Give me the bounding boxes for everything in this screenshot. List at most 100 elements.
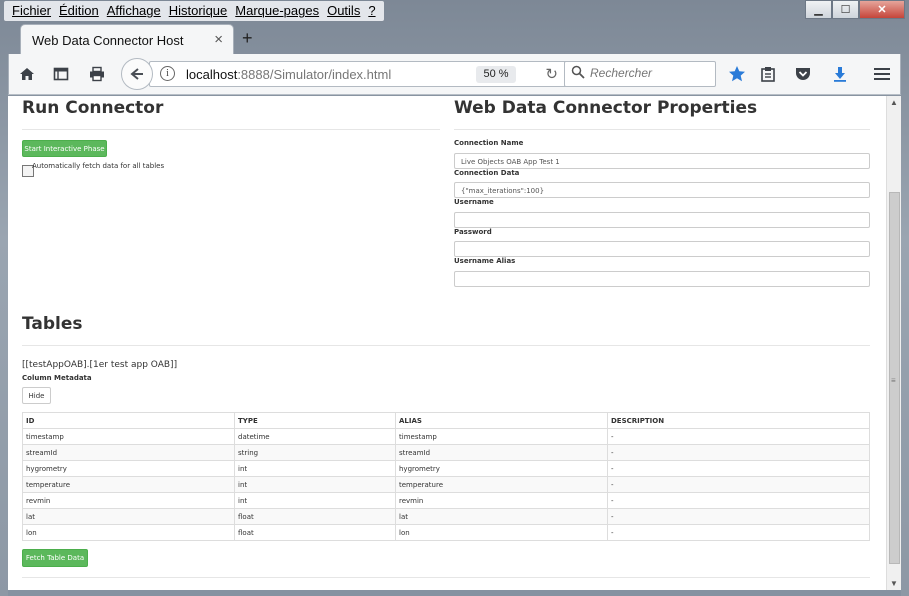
column-metadata-table: ID TYPE ALIAS DESCRIPTION timestamp date… bbox=[22, 412, 870, 541]
cell-alias: lon bbox=[395, 524, 608, 541]
username-field[interactable] bbox=[454, 212, 870, 228]
maximize-button[interactable]: ☐ bbox=[832, 0, 859, 19]
cell-alias: hygrometry bbox=[395, 460, 608, 477]
hide-button[interactable]: Hide bbox=[22, 387, 51, 404]
back-icon[interactable] bbox=[121, 58, 153, 90]
print-icon[interactable] bbox=[87, 64, 107, 84]
username-alias-label: Username Alias bbox=[454, 257, 516, 265]
column-metadata-label: Column Metadata bbox=[22, 374, 92, 382]
run-connector-title: Run Connector bbox=[22, 98, 164, 118]
connection-name-label: Connection Name bbox=[454, 139, 524, 147]
window-bottom-border bbox=[8, 590, 901, 596]
download-icon[interactable] bbox=[830, 64, 850, 84]
cell-id: revmin bbox=[22, 492, 235, 509]
tab-title: Web Data Connector Host bbox=[32, 33, 184, 48]
password-field[interactable] bbox=[454, 241, 870, 257]
cell-alias: revmin bbox=[395, 492, 608, 509]
search-box[interactable] bbox=[564, 61, 716, 87]
scroll-up-icon[interactable]: ▲ bbox=[890, 98, 898, 107]
clipboard-icon[interactable] bbox=[758, 64, 778, 84]
cell-description: - bbox=[607, 428, 870, 445]
wdc-properties-title: Web Data Connector Properties bbox=[454, 98, 758, 118]
table-row: revmin int revmin - bbox=[22, 492, 870, 509]
header-type: TYPE bbox=[234, 412, 396, 429]
username-label: Username bbox=[454, 198, 494, 206]
divider bbox=[22, 345, 870, 346]
cell-type: float bbox=[234, 508, 396, 525]
password-label: Password bbox=[454, 228, 492, 236]
table-name: [[testAppOAB].[1er test app OAB]] bbox=[22, 360, 178, 370]
menu-icon[interactable] bbox=[872, 64, 892, 84]
cell-id: temperature bbox=[22, 476, 235, 493]
menu-fichier[interactable]: Fichier bbox=[8, 1, 55, 21]
connection-name-field[interactable]: Live Objects OAB App Test 1 bbox=[454, 153, 870, 169]
tab-web-data-connector-host[interactable]: Web Data Connector Host × bbox=[20, 24, 234, 55]
cell-description: - bbox=[607, 524, 870, 541]
auto-fetch-label: Automatically fetch data for all tables bbox=[32, 162, 165, 170]
connection-data-label: Connection Data bbox=[454, 169, 520, 177]
reload-icon[interactable]: ↻ bbox=[545, 65, 558, 83]
cell-id: hygrometry bbox=[22, 460, 235, 477]
header-description: DESCRIPTION bbox=[607, 412, 870, 429]
pocket-icon[interactable] bbox=[793, 64, 813, 84]
browser-window: Fichier Édition Affichage Historique Mar… bbox=[0, 0, 909, 596]
new-tab-button[interactable]: + bbox=[242, 28, 253, 49]
url-text[interactable]: localhost:8888/Simulator/index.html bbox=[186, 67, 391, 82]
fetch-table-data-button[interactable]: Fetch Table Data bbox=[22, 549, 88, 567]
table-row: lat float lat - bbox=[22, 508, 870, 525]
navigation-toolbar: i localhost:8888/Simulator/index.html 50… bbox=[8, 54, 901, 95]
cell-type: float bbox=[234, 524, 396, 541]
menu-outils[interactable]: Outils bbox=[323, 1, 364, 21]
header-alias: ALIAS bbox=[395, 412, 608, 429]
menu-bar: Fichier Édition Affichage Historique Mar… bbox=[4, 1, 384, 21]
cell-type: int bbox=[234, 476, 396, 493]
cell-alias: lat bbox=[395, 508, 608, 525]
search-input[interactable] bbox=[590, 66, 710, 80]
menu-historique[interactable]: Historique bbox=[165, 1, 232, 21]
scrollbar-grip-icon: ≡ bbox=[891, 376, 896, 385]
divider bbox=[454, 129, 870, 130]
cell-description: - bbox=[607, 460, 870, 477]
cell-id: lat bbox=[22, 508, 235, 525]
url-bar[interactable]: i localhost:8888/Simulator/index.html 50… bbox=[149, 61, 567, 87]
tab-close-icon[interactable]: × bbox=[214, 31, 223, 48]
menu-affichage[interactable]: Affichage bbox=[103, 1, 165, 21]
tables-title: Tables bbox=[22, 314, 83, 334]
window-controls: ▁ ☐ ✕ bbox=[805, 0, 905, 19]
divider bbox=[22, 577, 870, 578]
table-header-row: ID TYPE ALIAS DESCRIPTION bbox=[22, 412, 870, 429]
username-alias-field[interactable] bbox=[454, 271, 870, 287]
close-window-button[interactable]: ✕ bbox=[859, 0, 905, 19]
cell-id: timestamp bbox=[22, 428, 235, 445]
zoom-level[interactable]: 50 % bbox=[476, 66, 516, 83]
cell-id: lon bbox=[22, 524, 235, 541]
search-icon bbox=[571, 65, 585, 82]
cell-description: - bbox=[607, 476, 870, 493]
divider bbox=[22, 129, 440, 130]
start-interactive-phase-button[interactable]: Start Interactive Phase bbox=[22, 140, 107, 157]
menu-help[interactable]: ? bbox=[364, 1, 379, 21]
cell-type: datetime bbox=[234, 428, 396, 445]
table-row: temperature int temperature - bbox=[22, 476, 870, 493]
table-row: hygrometry int hygrometry - bbox=[22, 460, 870, 477]
table-row: streamId string streamId - bbox=[22, 444, 870, 461]
cell-id: streamId bbox=[22, 444, 235, 461]
header-id: ID bbox=[22, 412, 235, 429]
bookmark-star-icon[interactable] bbox=[727, 64, 747, 84]
info-icon[interactable]: i bbox=[160, 66, 175, 81]
cell-type: int bbox=[234, 492, 396, 509]
scroll-down-icon[interactable]: ▼ bbox=[890, 579, 898, 588]
cell-alias: timestamp bbox=[395, 428, 608, 445]
connection-data-field[interactable]: {"max_iterations":100} bbox=[454, 182, 870, 198]
menu-marque-pages[interactable]: Marque-pages bbox=[231, 1, 323, 21]
cell-alias: streamId bbox=[395, 444, 608, 461]
minimize-button[interactable]: ▁ bbox=[805, 0, 832, 19]
page-content: Run Connector Start Interactive Phase Au… bbox=[8, 96, 886, 590]
cell-alias: temperature bbox=[395, 476, 608, 493]
cell-description: - bbox=[607, 444, 870, 461]
reader-view-icon[interactable] bbox=[51, 64, 71, 84]
cell-type: int bbox=[234, 460, 396, 477]
home-icon[interactable] bbox=[17, 64, 37, 84]
vertical-scrollbar[interactable]: ▲ ≡ ▼ bbox=[886, 96, 901, 590]
menu-edition[interactable]: Édition bbox=[55, 1, 103, 21]
